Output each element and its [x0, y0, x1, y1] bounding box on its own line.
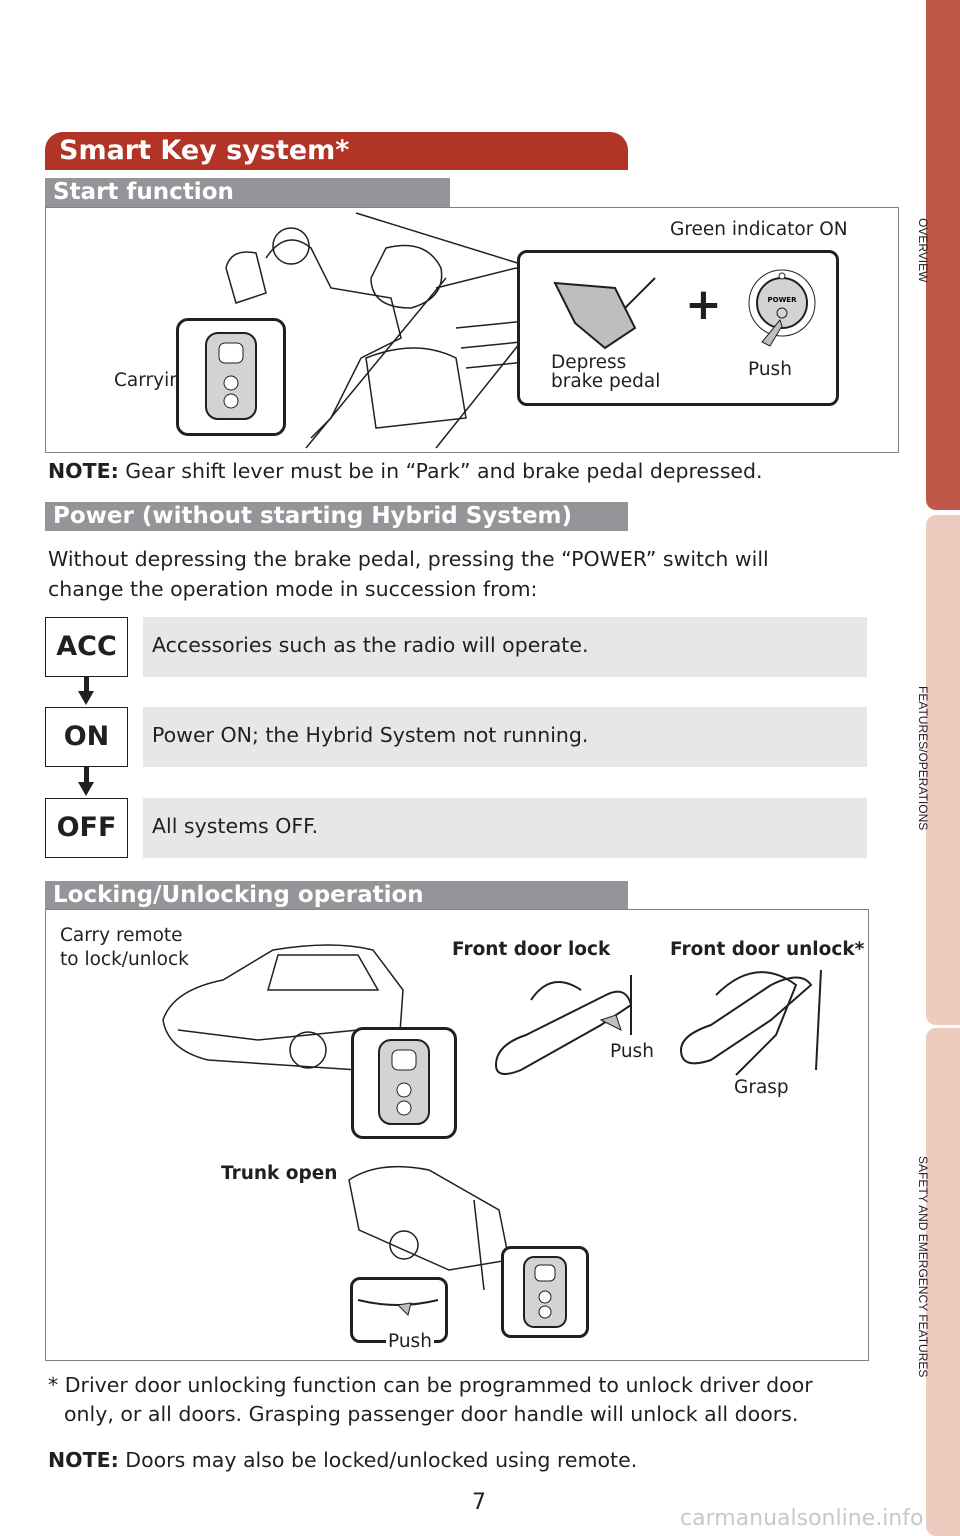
power-heading: Power (without starting Hybrid System) — [45, 502, 628, 531]
smart-key-icon — [205, 332, 257, 420]
smart-key-icon — [378, 1039, 430, 1125]
arrow-down-icon — [78, 782, 94, 796]
page-title: Smart Key system* — [45, 132, 628, 170]
locking-figure: Carry remote to lock/unlock Front door l… — [45, 909, 869, 1361]
mode-on-description: Power ON; the Hybrid System not running. — [143, 707, 867, 767]
key-fob-callout — [176, 318, 286, 436]
brake-pedal-icon — [553, 277, 656, 350]
power-button-text: POWER — [768, 296, 798, 304]
start-function-heading: Start function — [45, 178, 450, 207]
tab-safety-emergency[interactable] — [926, 1028, 960, 1536]
plus-icon: + — [685, 279, 722, 330]
tab-features-operations[interactable] — [926, 515, 960, 1025]
locking-heading: Locking/Unlocking operation — [45, 881, 628, 910]
note-text: Doors may also be locked/unlocked using … — [118, 1448, 638, 1472]
door-handle-lock-illustration — [494, 975, 633, 1075]
smart-key-icon — [523, 1256, 567, 1328]
note-label: NOTE: — [48, 459, 119, 483]
key-fob-callout — [351, 1027, 457, 1139]
front-door-lock-label: Front door lock — [452, 939, 611, 960]
watermark: carmanualsonline.info — [680, 1506, 924, 1531]
power-intro-1: Without depressing the brake pedal, pres… — [48, 547, 769, 571]
depress-label-2: brake pedal — [551, 371, 661, 392]
car-rear-illustration — [348, 1165, 510, 1290]
trunk-push-label: Push — [386, 1331, 434, 1352]
mode-off-description: All systems OFF. — [143, 798, 867, 858]
mode-off: OFF — [45, 798, 128, 858]
push-label: Push — [748, 359, 792, 380]
green-indicator-label: Green indicator ON — [670, 219, 848, 240]
door-handle-unlock-illustration — [679, 969, 822, 1076]
start-note: NOTE: Gear shift lever must be in “Park”… — [48, 457, 763, 486]
grasp-label: Grasp — [734, 1077, 789, 1098]
remote-note: NOTE: Doors may also be locked/unlocked … — [48, 1446, 637, 1475]
trunk-open-label: Trunk open — [221, 1163, 338, 1184]
mode-on: ON — [45, 707, 128, 767]
tab-label-features: FEATURES/OPERATIONS — [916, 686, 930, 831]
arrow-down-icon — [78, 691, 94, 705]
depress-label-1: Depress — [551, 352, 627, 373]
key-fob-callout — [501, 1246, 589, 1338]
arrow-shaft — [84, 677, 89, 691]
power-button-icon: POWER — [748, 269, 816, 347]
tab-label-safety: SAFETY AND EMERGENCY FEATURES — [916, 1156, 930, 1378]
mode-acc-description: Accessories such as the radio will opera… — [143, 617, 867, 677]
footnote-line-1: * Driver door unlocking function can be … — [48, 1373, 813, 1397]
start-function-figure: Carrying Green indicator ON + POWER Depr… — [45, 207, 899, 453]
power-intro-2: change the operation mode in succession … — [48, 577, 538, 601]
tab-label-overview: OVERVIEW — [916, 218, 930, 283]
front-door-unlock-label: Front door unlock* — [670, 939, 865, 960]
footnote-line-2: only, or all doors. Grasping passenger d… — [64, 1402, 799, 1426]
push-label: Push — [610, 1041, 654, 1062]
note-text: Gear shift lever must be in “Park” and b… — [118, 459, 763, 483]
mode-acc: ACC — [45, 617, 128, 677]
start-procedure-callout: + POWER Depress brake pedal Push — [517, 250, 839, 406]
note-label: NOTE: — [48, 1448, 119, 1472]
page-number: 7 — [472, 1490, 486, 1515]
tab-overview[interactable] — [926, 0, 960, 510]
arrow-shaft — [84, 767, 89, 783]
trunk-switch-icon — [357, 1299, 439, 1316]
